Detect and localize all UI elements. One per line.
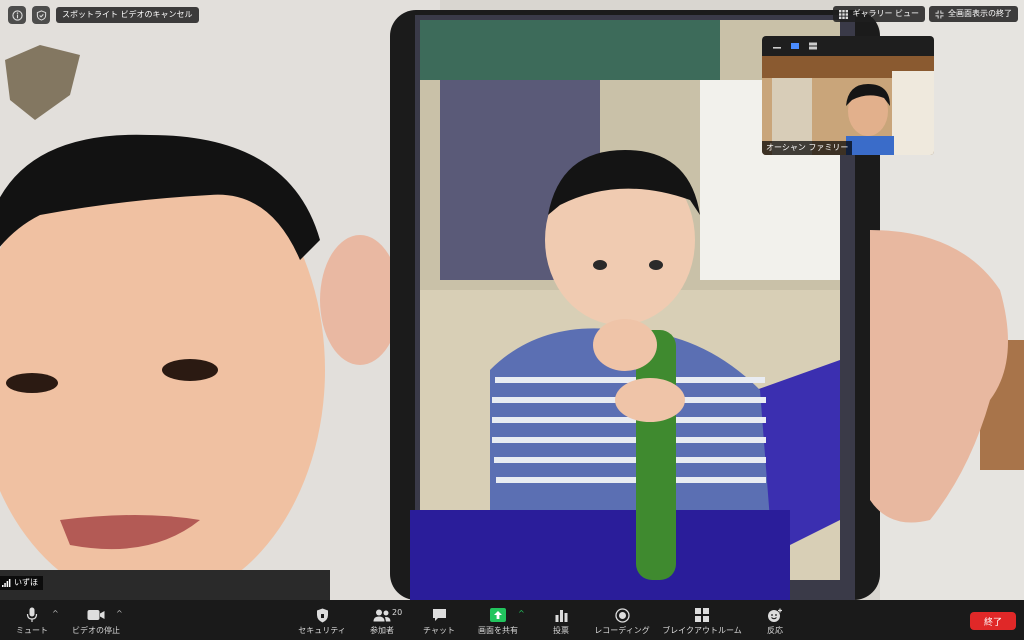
share-screen-icon bbox=[490, 608, 506, 622]
chat-bubble-icon bbox=[432, 609, 446, 621]
participants-icon bbox=[373, 609, 391, 621]
stop-video-label: ビデオの停止 bbox=[72, 626, 120, 635]
single-view-icon[interactable] bbox=[790, 42, 800, 50]
reaction-emoji-icon bbox=[768, 608, 782, 622]
meeting-toolbar: ミュート ^ ビデオの停止 ^ セキュリティ 参加者 20 チャット 画面を共有… bbox=[0, 600, 1024, 640]
chat-label: チャット bbox=[423, 626, 455, 635]
exit-fullscreen-icon bbox=[935, 9, 944, 19]
chat-button[interactable]: チャット bbox=[419, 600, 459, 640]
bar-chart-icon bbox=[555, 609, 567, 622]
thumbnail-name-label: オーシャン ファミリー bbox=[762, 141, 853, 155]
security-label: セキュリティ bbox=[298, 626, 346, 635]
recording-button[interactable]: レコーディング bbox=[592, 600, 652, 640]
video-stage: スポットライト ビデオのキャンセル ギャラリー ビュー 全画面表示の終了 オーシ… bbox=[0, 0, 1024, 600]
participants-button[interactable]: 参加者 bbox=[362, 600, 402, 640]
floating-thumbnail-window[interactable]: オーシャン ファミリー bbox=[762, 36, 934, 155]
microphone-icon bbox=[26, 607, 38, 622]
mute-options-caret-icon[interactable]: ^ bbox=[52, 609, 59, 618]
participants-label: 参加者 bbox=[370, 626, 394, 635]
breakout-rooms-label: ブレイクアウトルーム bbox=[662, 626, 742, 635]
security-button[interactable]: セキュリティ bbox=[296, 600, 348, 640]
exit-fullscreen-label: 全画面表示の終了 bbox=[948, 9, 1012, 18]
info-button[interactable] bbox=[8, 6, 26, 24]
mute-button[interactable]: ミュート bbox=[12, 600, 52, 640]
share-options-caret-icon[interactable]: ^ bbox=[518, 609, 525, 618]
video-camera-icon bbox=[87, 610, 105, 620]
minimize-icon[interactable] bbox=[772, 42, 782, 50]
reactions-label: 反応 bbox=[767, 626, 783, 635]
mute-label: ミュート bbox=[16, 626, 48, 635]
encryption-shield-button[interactable] bbox=[32, 6, 50, 24]
share-screen-label: 画面を共有 bbox=[478, 626, 518, 635]
info-icon bbox=[11, 9, 23, 21]
video-options-caret-icon[interactable]: ^ bbox=[116, 609, 123, 618]
spotlight-cancel-button[interactable]: スポットライト ビデオのキャンセル bbox=[56, 7, 199, 23]
polling-label: 投票 bbox=[553, 626, 569, 635]
recording-label: レコーディング bbox=[594, 626, 650, 635]
share-screen-button[interactable]: 画面を共有 bbox=[478, 600, 518, 640]
shield-icon bbox=[316, 608, 328, 622]
exit-fullscreen-button[interactable]: 全画面表示の終了 bbox=[929, 6, 1018, 22]
self-name-label: いずほ bbox=[14, 578, 38, 587]
end-meeting-button[interactable]: 終了 bbox=[970, 612, 1016, 630]
grid-icon bbox=[839, 9, 849, 19]
breakout-rooms-button[interactable]: ブレイクアウトルーム bbox=[660, 600, 744, 640]
record-icon bbox=[614, 607, 630, 623]
breakout-rooms-icon bbox=[695, 608, 709, 622]
split-view-icon[interactable] bbox=[808, 42, 818, 50]
stop-video-button[interactable]: ビデオの停止 bbox=[70, 600, 122, 640]
participant-count-badge: 20 bbox=[392, 608, 403, 617]
gallery-view-button[interactable]: ギャラリー ビュー bbox=[833, 6, 925, 22]
reactions-button[interactable]: 反応 bbox=[757, 600, 793, 640]
polling-button[interactable]: 投票 bbox=[541, 600, 581, 640]
shield-check-icon bbox=[36, 9, 46, 21]
signal-strength-icon bbox=[2, 579, 11, 587]
self-view-name-tag: いずほ bbox=[0, 576, 43, 590]
gallery-view-label: ギャラリー ビュー bbox=[852, 9, 919, 18]
